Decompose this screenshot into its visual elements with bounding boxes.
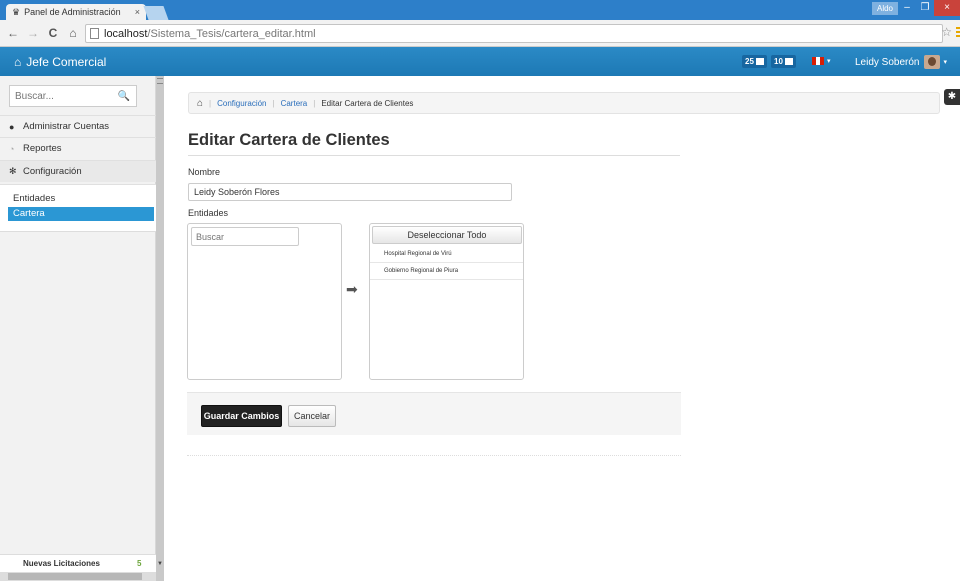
scrollbar-thumb[interactable]: [8, 573, 142, 580]
gear-icon: ✻: [9, 166, 17, 176]
move-right-arrow-icon[interactable]: ➡: [346, 281, 358, 298]
breadcrumb: ⌂ | Configuración | Cartera | Editar Car…: [188, 92, 940, 114]
sidebar-submenu: Entidades Cartera: [0, 184, 156, 232]
breadcrumb-current: Editar Cartera de Clientes: [321, 98, 414, 108]
sidebar-item-reportes[interactable]: ◔ Reportes: [0, 137, 156, 159]
window-close-icon[interactable]: ×: [934, 0, 960, 16]
home-icon[interactable]: ⌂: [197, 98, 203, 109]
sidebar-item-label: Reportes: [23, 143, 62, 154]
calendar-icon: [784, 58, 793, 65]
breadcrumb-configuracion[interactable]: Configuración: [217, 99, 266, 108]
title-divider: [188, 155, 680, 156]
messages-badge[interactable]: 25: [742, 55, 767, 68]
entities-filter-input[interactable]: [191, 227, 299, 246]
browser-tab[interactable]: ♛ Panel de Administración ×: [6, 4, 146, 20]
user-menu[interactable]: Leidy Soberón ▾: [855, 55, 947, 69]
bookmark-star-icon[interactable]: ☆: [941, 25, 952, 39]
new-tenders-count: 5: [137, 559, 142, 568]
chart-icon: ◔: [9, 143, 15, 154]
calendar-count: 10: [774, 57, 783, 66]
list-item[interactable]: Gobierno Regional de Piura: [370, 263, 523, 280]
new-tenders-widget[interactable]: Nuevas Licitaciones 5: [0, 554, 156, 572]
breadcrumb-separator: |: [272, 98, 275, 108]
restore-icon[interactable]: ❐: [916, 0, 934, 16]
selected-entities-list: Deseleccionar Todo Hospital Regional de …: [369, 223, 524, 380]
cancel-button[interactable]: Cancelar: [288, 405, 336, 427]
window-controls: – ❐ ×: [898, 0, 960, 18]
url-host: localhost: [104, 27, 148, 40]
sidebar-item-configuracion[interactable]: ✻ Configuración: [0, 160, 156, 182]
browser-menu-icon[interactable]: [956, 27, 960, 39]
minimize-icon[interactable]: –: [898, 0, 916, 16]
breadcrumb-cartera[interactable]: Cartera: [281, 99, 308, 108]
avatar: [923, 55, 940, 69]
available-entities-list: [187, 223, 342, 380]
tab-close-icon[interactable]: ×: [135, 7, 140, 17]
scroll-down-icon[interactable]: ▼: [156, 561, 164, 567]
favicon-icon: ♛: [12, 6, 21, 17]
footer-divider: [187, 455, 681, 456]
home-icon[interactable]: ⌂: [66, 26, 80, 40]
save-button[interactable]: Guardar Cambios: [201, 405, 282, 427]
home-icon: ⌂: [14, 55, 22, 69]
search-icon[interactable]: 🔍: [118, 91, 130, 102]
list-item[interactable]: Hospital Regional de Virú: [370, 246, 523, 263]
reload-icon[interactable]: C: [46, 26, 60, 40]
page-title: Editar Cartera de Clientes: [188, 131, 390, 149]
breadcrumb-separator: |: [209, 98, 212, 108]
sidebar-subitem-cartera[interactable]: Cartera: [8, 207, 154, 221]
settings-gear-icon[interactable]: ✱: [944, 89, 960, 105]
messages-count: 25: [745, 57, 754, 66]
address-bar: ← → C ⌂ localhost/Sistema_Tesis/cartera_…: [0, 20, 960, 47]
deselect-all-button[interactable]: Deseleccionar Todo: [372, 226, 522, 244]
sidebar-item-label: Configuración: [23, 166, 82, 177]
breadcrumb-separator: |: [313, 98, 316, 108]
browser-titlebar: ♛ Panel de Administración × Aldo – ❐ ×: [0, 0, 960, 20]
sidebar-search: 🔍: [9, 85, 137, 107]
page-icon: [90, 28, 99, 39]
envelope-icon: [755, 58, 764, 65]
chevron-down-icon: ▾: [943, 59, 948, 66]
name-label: Nombre: [188, 167, 221, 177]
brand-label: Jefe Comercial: [26, 55, 107, 69]
url-path: /Sistema_Tesis/cartera_editar.html: [147, 27, 316, 40]
tab-title: Panel de Administración: [24, 7, 121, 17]
sidebar-item-label: Administrar Cuentas: [23, 121, 110, 132]
sidebar-vertical-scrollbar[interactable]: ▼: [156, 76, 164, 581]
forward-icon[interactable]: →: [26, 26, 40, 40]
new-tenders-label: Nuevas Licitaciones: [23, 559, 100, 568]
name-field[interactable]: [188, 183, 512, 201]
user-name: Leidy Soberón: [855, 56, 920, 68]
brand[interactable]: ⌂ Jefe Comercial: [14, 55, 106, 69]
form-actions: Guardar Cambios Cancelar: [187, 392, 681, 435]
sidebar-subitem-entidades[interactable]: Entidades: [8, 192, 154, 206]
entities-label: Entidades: [188, 208, 229, 218]
peru-flag-icon: [812, 57, 824, 65]
scroll-grip-icon[interactable]: [157, 78, 163, 84]
sidebar-horizontal-scrollbar[interactable]: [0, 572, 156, 581]
top-navbar: ⌂ Jefe Comercial 25 10 ▾ Leidy Soberón ▾: [0, 47, 960, 76]
chevron-down-icon: ▾: [827, 58, 831, 65]
language-selector[interactable]: ▾: [812, 57, 831, 65]
url-field[interactable]: localhost/Sistema_Tesis/cartera_editar.h…: [85, 24, 943, 43]
new-tab-button[interactable]: [143, 6, 169, 20]
window-user-badge[interactable]: Aldo: [872, 2, 898, 15]
back-icon[interactable]: ←: [6, 26, 20, 40]
calendar-badge[interactable]: 10: [771, 55, 796, 68]
sidebar-item-administrar-cuentas[interactable]: ● Administrar Cuentas: [0, 115, 156, 137]
user-icon: ●: [9, 121, 15, 132]
sidebar: 🔍 ● Administrar Cuentas ◔ Reportes ✻ Con…: [0, 76, 156, 581]
sidebar-search-input[interactable]: [10, 90, 110, 102]
